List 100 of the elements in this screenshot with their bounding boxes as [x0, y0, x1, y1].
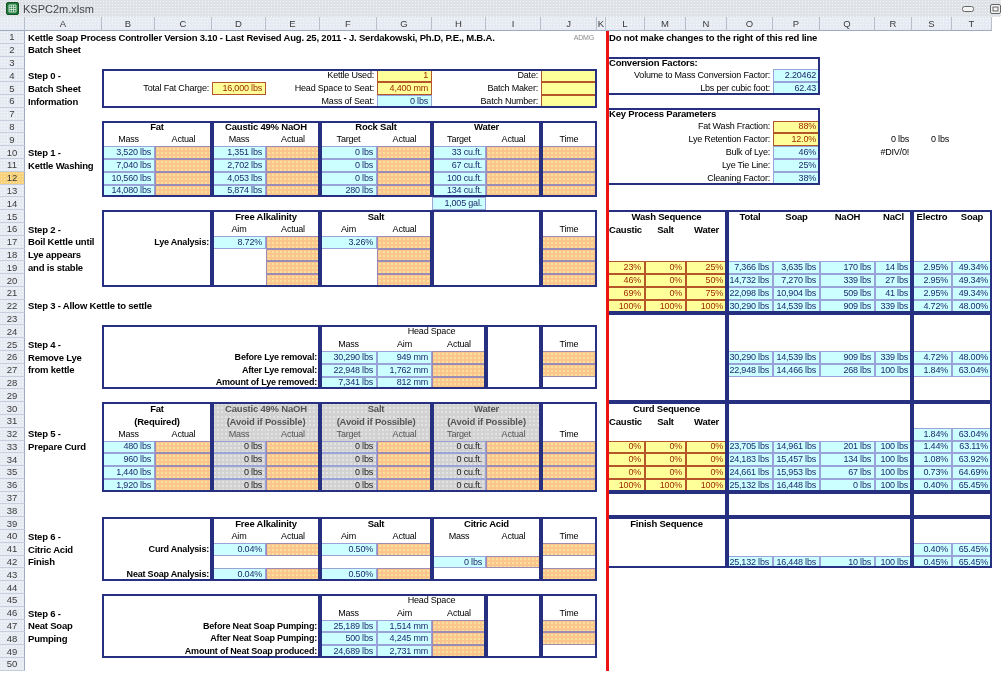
parameter-cell[interactable]: 0% [645, 453, 686, 467]
restore-icon[interactable] [990, 3, 1001, 14]
input-cell[interactable] [377, 261, 432, 275]
row-header[interactable]: 5 [0, 82, 25, 95]
row-header[interactable]: 38 [0, 504, 25, 518]
row-header[interactable]: 39 [0, 517, 25, 531]
parameter-cell[interactable]: 0% [645, 440, 686, 454]
row-header[interactable]: 49 [0, 645, 25, 659]
input-cell[interactable] [377, 146, 432, 159]
column-header[interactable]: G [377, 17, 432, 31]
input-cell[interactable] [266, 235, 320, 249]
column-subheading: Time [558, 338, 580, 351]
input-cell[interactable] [432, 350, 486, 364]
column-header[interactable]: D [212, 17, 266, 31]
input-cell[interactable] [377, 274, 432, 287]
row-header[interactable]: 35 [0, 466, 25, 479]
input-cell[interactable] [541, 261, 597, 275]
input-cell[interactable] [266, 453, 320, 467]
row-header[interactable]: 25 [0, 338, 25, 351]
parameter-cell[interactable]: 0% [645, 261, 686, 275]
input-cell[interactable] [266, 261, 320, 275]
input-cell[interactable] [541, 235, 597, 249]
input-cell[interactable] [377, 466, 432, 479]
row-header[interactable]: 34 [0, 453, 25, 467]
input-cell[interactable] [486, 146, 541, 159]
calculated-cell: 46% [773, 146, 820, 159]
row-header[interactable]: 1 [0, 31, 25, 44]
input-cell[interactable] [155, 466, 212, 479]
parameter-cell[interactable]: 0% [686, 466, 727, 479]
row-header[interactable]: 30 [0, 402, 25, 415]
column-header[interactable]: S [912, 17, 952, 31]
column-header[interactable]: L [606, 17, 645, 31]
column-header[interactable]: A [25, 17, 102, 31]
row-header[interactable]: 14 [0, 197, 25, 211]
row-header[interactable]: 29 [0, 389, 25, 403]
input-cell[interactable] [541, 632, 597, 646]
row-header[interactable]: 50 [0, 658, 25, 671]
input-cell[interactable] [377, 235, 432, 249]
parameter-cell[interactable]: 0% [645, 274, 686, 287]
input-cell[interactable] [266, 542, 320, 556]
parameter-cell[interactable]: 0% [645, 466, 686, 479]
row-header[interactable]: 24 [0, 325, 25, 339]
parameter-cell[interactable] [541, 82, 597, 95]
column-header[interactable]: O [727, 17, 773, 31]
column-header[interactable]: I [486, 17, 541, 31]
parameter-cell[interactable]: 0% [606, 466, 645, 479]
input-cell[interactable] [541, 453, 597, 467]
parameter-cell[interactable]: 4,400 mm [377, 82, 432, 95]
input-cell[interactable] [432, 619, 486, 633]
input-cell[interactable] [541, 440, 597, 454]
column-header[interactable]: E [266, 17, 320, 31]
parameter-cell[interactable]: 50% [686, 274, 727, 287]
column-header[interactable]: T [952, 17, 992, 31]
column-header[interactable]: Q [820, 17, 875, 31]
input-cell[interactable] [155, 440, 212, 454]
input-cell[interactable] [541, 146, 597, 159]
input-cell[interactable] [155, 453, 212, 467]
column-header[interactable]: M [645, 17, 686, 31]
parameter-cell[interactable]: 0% [686, 453, 727, 467]
input-cell[interactable] [541, 274, 597, 287]
row-header[interactable]: 19 [0, 261, 25, 275]
input-cell[interactable] [377, 453, 432, 467]
input-cell[interactable] [377, 542, 432, 556]
row-header[interactable]: 4 [0, 69, 25, 83]
input-cell[interactable] [541, 542, 597, 556]
row-header[interactable]: 9 [0, 133, 25, 147]
row-header[interactable]: 45 [0, 594, 25, 607]
row-header[interactable]: 43 [0, 568, 25, 582]
column-header[interactable]: P [773, 17, 820, 31]
row-header[interactable]: 44 [0, 581, 25, 595]
input-cell[interactable] [432, 632, 486, 646]
input-cell[interactable] [486, 453, 541, 467]
row-header[interactable]: 48 [0, 632, 25, 646]
column-header[interactable]: F [320, 17, 377, 31]
parameter-cell[interactable]: 46% [606, 274, 645, 287]
input-cell[interactable] [155, 146, 212, 159]
parameter-cell[interactable]: 88% [773, 120, 820, 134]
column-header[interactable]: R [875, 17, 912, 31]
row-header[interactable]: 20 [0, 274, 25, 287]
column-header[interactable]: N [686, 17, 727, 31]
column-header[interactable]: B [102, 17, 155, 31]
row-header[interactable]: 15 [0, 210, 25, 223]
input-cell[interactable] [541, 466, 597, 479]
column-header[interactable]: H [432, 17, 486, 31]
input-cell[interactable] [541, 350, 597, 364]
row-header[interactable]: 40 [0, 530, 25, 543]
parameter-cell[interactable]: 16,000 lbs [212, 82, 266, 95]
minimize-icon[interactable] [962, 5, 974, 12]
input-cell[interactable] [266, 274, 320, 287]
input-cell[interactable] [486, 555, 541, 569]
row-header[interactable]: 10 [0, 146, 25, 159]
column-header[interactable]: J [541, 17, 597, 31]
column-header[interactable]: C [155, 17, 212, 31]
parameter-cell[interactable]: 12.0% [773, 133, 820, 147]
input-cell[interactable] [541, 619, 597, 633]
input-cell[interactable] [266, 466, 320, 479]
parameter-cell[interactable]: 25% [686, 261, 727, 275]
parameter-cell[interactable]: 0% [686, 440, 727, 454]
input-cell[interactable] [486, 466, 541, 479]
input-cell[interactable] [266, 146, 320, 159]
